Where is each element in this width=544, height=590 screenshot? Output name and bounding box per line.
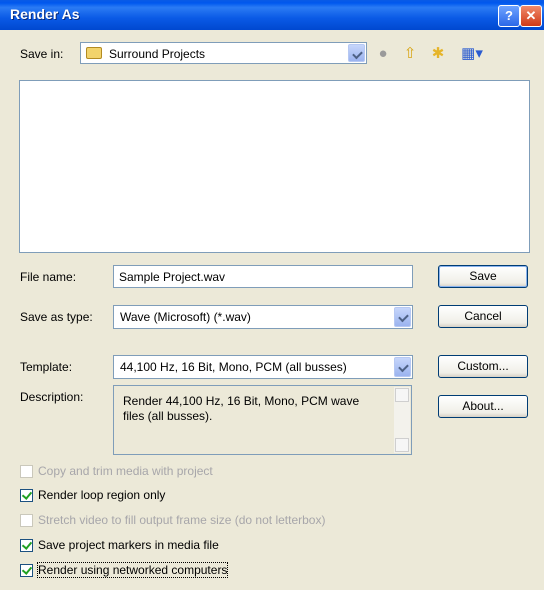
stretch-video-checkbox[interactable]: Stretch video to fill output frame size …: [20, 513, 325, 527]
cancel-button[interactable]: Cancel: [438, 305, 528, 328]
about-button[interactable]: About...: [438, 395, 528, 418]
description-box: Render 44,100 Hz, 16 Bit, Mono, PCM wave…: [113, 385, 412, 455]
template-dropdown[interactable]: 44,100 Hz, 16 Bit, Mono, PCM (all busses…: [113, 355, 413, 379]
folder-icon: [86, 47, 102, 59]
render-loop-region-label: Render loop region only: [38, 488, 166, 502]
description-label: Description:: [20, 390, 84, 404]
file-name-value: Sample Project.wav: [119, 270, 226, 284]
save-markers-checkbox[interactable]: Save project markers in media file: [20, 538, 219, 552]
description-scrollbar[interactable]: [394, 387, 410, 453]
chevron-down-icon[interactable]: [394, 307, 411, 327]
checkbox-box[interactable]: [20, 513, 33, 527]
scroll-up-icon[interactable]: [395, 388, 409, 402]
copy-trim-media-label: Copy and trim media with project: [38, 464, 213, 478]
checkbox-box[interactable]: [20, 488, 33, 502]
description-text: Render 44,100 Hz, 16 Bit, Mono, PCM wave…: [123, 394, 360, 423]
up-folder-icon[interactable]: ⇧: [400, 44, 420, 64]
chevron-down-icon[interactable]: [394, 357, 411, 377]
back-icon[interactable]: ●: [373, 44, 393, 64]
custom-button[interactable]: Custom...: [438, 355, 528, 378]
close-icon: ✕: [525, 8, 537, 23]
checkbox-box[interactable]: [20, 563, 33, 577]
networked-render-label: Render using networked computers: [36, 562, 229, 578]
file-name-label: File name:: [20, 270, 77, 284]
save-in-value: Surround Projects: [109, 47, 206, 61]
stretch-video-label: Stretch video to fill output frame size …: [38, 513, 326, 527]
save-as-type-label: Save as type:: [20, 310, 93, 324]
template-label: Template:: [20, 360, 73, 374]
checkbox-box[interactable]: [20, 464, 33, 478]
window-title: Render As: [10, 6, 80, 22]
copy-trim-media-checkbox[interactable]: Copy and trim media with project: [20, 464, 213, 478]
template-value: 44,100 Hz, 16 Bit, Mono, PCM (all busses…: [120, 360, 347, 374]
view-menu-icon[interactable]: ▦▾: [458, 44, 486, 64]
save-as-type-value: Wave (Microsoft) (*.wav): [120, 310, 251, 324]
file-list[interactable]: [19, 80, 530, 253]
help-icon: ?: [505, 8, 513, 23]
title-bar: Render As ? ✕: [0, 0, 544, 30]
save-markers-label: Save project markers in media file: [38, 538, 219, 552]
help-button[interactable]: ?: [498, 5, 520, 27]
networked-render-checkbox[interactable]: Render using networked computers: [20, 562, 229, 578]
save-in-dropdown[interactable]: Surround Projects: [80, 42, 367, 64]
file-name-input[interactable]: Sample Project.wav: [113, 265, 413, 288]
close-button[interactable]: ✕: [520, 5, 542, 27]
save-in-label: Save in:: [20, 47, 64, 61]
checkbox-box[interactable]: [20, 538, 33, 552]
scroll-down-icon[interactable]: [395, 438, 409, 452]
render-loop-region-checkbox[interactable]: Render loop region only: [20, 488, 165, 502]
chevron-down-icon[interactable]: [348, 44, 365, 62]
new-folder-icon[interactable]: ✱: [428, 44, 448, 64]
save-button[interactable]: Save: [438, 265, 528, 288]
save-as-type-dropdown[interactable]: Wave (Microsoft) (*.wav): [113, 305, 413, 329]
